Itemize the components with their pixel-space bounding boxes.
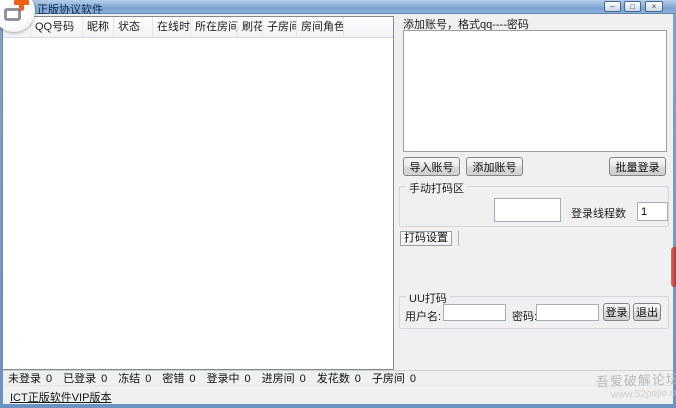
username-label: 用户名: (405, 308, 441, 324)
column-header[interactable]: 在线时长 (153, 17, 191, 37)
column-header[interactable]: QQ号码 (31, 17, 83, 37)
status-item: 冻结0 (118, 370, 151, 386)
table-header-row: QQ号码昵称状态在线时长所在房间号刷花子房间房间角色 (3, 17, 393, 38)
tab-strip-divider (458, 231, 459, 246)
column-header[interactable]: 子房间 (263, 17, 297, 37)
column-header-filler (344, 17, 393, 37)
red-stamp-mark (671, 247, 676, 287)
thread-count-label: 登录线程数 (571, 205, 626, 221)
status-item: 密错0 (162, 370, 195, 386)
password-field[interactable] (536, 304, 599, 321)
version-bar: ICT正版软件VIP版本 (3, 385, 673, 404)
status-item: 已登录0 (63, 370, 107, 386)
logo-plus-icon (14, 0, 29, 5)
minimize-button[interactable]: – (604, 1, 621, 12)
tab-captcha-settings[interactable]: 打码设置 (400, 231, 452, 246)
login-button[interactable]: 登录 (603, 303, 630, 321)
maximize-button[interactable]: □ (624, 1, 641, 12)
app-window: 正版协议软件 – □ × QQ号码昵称状态在线时长所在房间号刷花子房间房间角色 … (0, 0, 676, 408)
column-header[interactable]: 房间角色 (297, 17, 344, 37)
account-list-body[interactable] (3, 38, 393, 369)
version-link[interactable]: ICT正版软件VIP版本 (10, 389, 111, 405)
import-accounts-button[interactable]: 导入账号 (403, 157, 460, 176)
status-item: 进房间0 (262, 370, 306, 386)
captcha-input[interactable] (494, 198, 561, 222)
add-accounts-button[interactable]: 添加账号 (466, 157, 523, 176)
status-item: 登录中0 (207, 370, 251, 386)
exit-button[interactable]: 退出 (633, 303, 661, 321)
app-logo (0, 0, 35, 32)
column-header[interactable]: 昵称 (83, 17, 114, 37)
status-item: 未登录0 (8, 370, 52, 386)
close-button[interactable]: × (645, 1, 663, 12)
thread-count-input[interactable] (637, 202, 668, 221)
username-field[interactable] (443, 304, 506, 321)
status-bar: 未登录0 已登录0 冻结0 密错0 登录中0 进房间0 发花数0 子房间0 (3, 370, 673, 385)
status-item: 发花数0 (317, 370, 361, 386)
column-header[interactable]: 刷花 (238, 17, 263, 37)
logo-screen-icon (4, 8, 21, 21)
column-header[interactable]: 状态 (114, 17, 153, 37)
accounts-textarea[interactable] (403, 30, 667, 152)
column-header[interactable]: 所在房间号 (191, 17, 238, 37)
batch-login-button[interactable]: 批量登录 (609, 157, 666, 176)
manual-captcha-group-label: 手动打码区 (406, 180, 467, 196)
password-label: 密码: (512, 308, 537, 324)
status-item: 子房间0 (372, 370, 416, 386)
account-list: QQ号码昵称状态在线时长所在房间号刷花子房间房间角色 (2, 16, 394, 370)
